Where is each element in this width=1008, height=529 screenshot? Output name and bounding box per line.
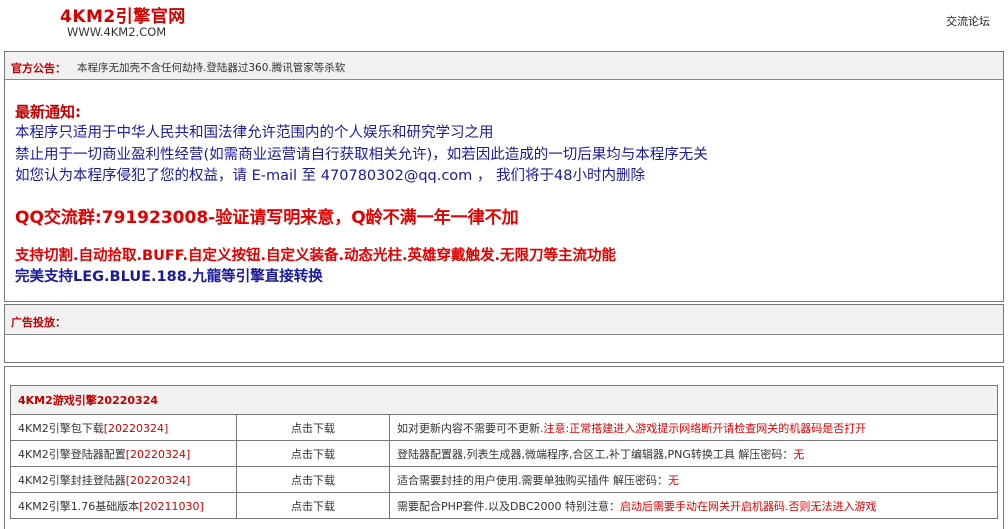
- download-date: [20220324]: [125, 473, 191, 487]
- download-desc: 登陆器配置器,列表生成器,微端程序,合区工,补丁编辑器,PNG转换工具 解压密码…: [397, 447, 794, 461]
- announcement-text: 本程序无加壳不含任何劫持.登陆器过360.腾讯管家等杀软: [77, 62, 346, 74]
- announcement-bar: 官方公告： 本程序无加壳不含任何劫持.登陆器过360.腾讯管家等杀软: [5, 52, 1003, 80]
- download-name-cell: 4KM2引擎包下载[20220324]: [10, 414, 237, 441]
- download-name-cell: 4KM2引擎1.76基础版本[20211030]: [10, 492, 237, 519]
- download-name-cell: 4KM2引擎登陆器配置[20220324]: [10, 440, 237, 467]
- download-link-cell: 点击下载: [236, 492, 390, 519]
- downloads-section-title: 4KM2游戏引擎20220324: [10, 385, 998, 415]
- download-desc-cell: 登陆器配置器,列表生成器,微端程序,合区工,补丁编辑器,PNG转换工具 解压密码…: [389, 440, 998, 467]
- table-row: 4KM2引擎包下载[20220324] 点击下载 如对更新内容不需要可不更新.注…: [10, 414, 998, 441]
- download-link[interactable]: 点击下载: [291, 422, 335, 435]
- notice-line-contact: 如您认为本程序侵犯了您的权益，请 E-mail 至 470780302@qq.c…: [15, 168, 645, 184]
- download-link[interactable]: 点击下载: [291, 448, 335, 461]
- download-desc-cell: 适合需要封挂的用户使用.需要单独购买插件 解压密码：无: [389, 466, 998, 493]
- download-desc: 需要配合PHP套件.以及DBC2000 特别注意：: [397, 499, 621, 513]
- download-name: 4KM2引擎登陆器配置: [18, 447, 126, 461]
- site-title[interactable]: 4KM2引擎官网: [60, 2, 186, 27]
- download-note: 注意:正常搭建进入游戏提示网络断开请检查网关的机器码是否打开: [543, 421, 867, 435]
- download-desc: 适合需要封挂的用户使用.需要单独购买插件 解压密码：: [397, 473, 668, 487]
- announcement-label: 官方公告：: [11, 62, 66, 75]
- download-name: 4KM2引擎封挂登陆器: [18, 473, 126, 487]
- download-desc: 如对更新内容不需要可不更新.: [397, 421, 544, 435]
- download-note: 启动后需要手动在网关开启机器码.否则无法进入游戏: [620, 499, 877, 513]
- download-link-cell: 点击下载: [236, 466, 390, 493]
- notice-line-usage: 本程序只适用于中华人民共和国法律允许范围内的个人娱乐和研究学习之用: [15, 125, 494, 141]
- download-link[interactable]: 点击下载: [291, 500, 335, 513]
- compat-line: 完美支持LEG.BLUE.188.九龍等引擎直接转换: [15, 269, 323, 285]
- notice-line-commercial: 禁止用于一切商业盈利性经营(如需商业运营请自行获取相关允许)，如若因此造成的一切…: [15, 147, 708, 163]
- site-url: WWW.4KM2.COM: [67, 25, 167, 39]
- download-date: [20220324]: [103, 421, 169, 435]
- download-name-cell: 4KM2引擎封挂登陆器[20220324]: [10, 466, 237, 493]
- notice-panel: 官方公告： 本程序无加壳不含任何劫持.登陆器过360.腾讯管家等杀软 最新通知:…: [4, 51, 1004, 302]
- qq-group-notice: QQ交流群:791923008-验证请写明来意，Q龄不满一年一律不加: [15, 208, 519, 228]
- ad-label: 广告投放：: [11, 316, 66, 329]
- download-desc-cell: 如对更新内容不需要可不更新.注意:正常搭建进入游戏提示网络断开请检查网关的机器码…: [389, 414, 998, 441]
- downloads-header-row: 4KM2游戏引擎20220324: [10, 385, 998, 415]
- download-desc-cell: 需要配合PHP套件.以及DBC2000 特别注意：启动后需要手动在网关开启机器码…: [389, 492, 998, 519]
- notice-heading: 最新通知:: [15, 103, 81, 121]
- download-link-cell: 点击下载: [236, 440, 390, 467]
- table-row: 4KM2引擎1.76基础版本[20211030] 点击下载 需要配合PHP套件.…: [10, 492, 998, 519]
- features-line: 支持切割.自动拾取.BUFF.自定义按钮.自定义装备.动态光柱.英雄穿戴触发.无…: [15, 248, 617, 264]
- download-date: [20211030]: [139, 499, 204, 513]
- download-date: [20220324]: [125, 447, 191, 461]
- ad-bar: 广告投放：: [5, 305, 1003, 335]
- download-link-cell: 点击下载: [236, 414, 390, 441]
- forum-link[interactable]: 交流论坛: [946, 13, 990, 29]
- download-link[interactable]: 点击下载: [291, 474, 335, 487]
- downloads-table: 4KM2游戏引擎20220324 4KM2引擎包下载[20220324] 点击下…: [10, 385, 998, 519]
- download-name: 4KM2引擎包下载: [18, 421, 104, 435]
- downloads-panel: 4KM2游戏引擎20220324 4KM2引擎包下载[20220324] 点击下…: [4, 366, 1004, 529]
- table-row: 4KM2引擎登陆器配置[20220324] 点击下载 登陆器配置器,列表生成器,…: [10, 440, 998, 467]
- download-note: 无: [668, 473, 679, 487]
- download-name: 4KM2引擎1.76基础版本: [18, 499, 140, 513]
- ad-panel: 广告投放：: [4, 304, 1004, 363]
- table-row: 4KM2引擎封挂登陆器[20220324] 点击下载 适合需要封挂的用户使用.需…: [10, 466, 998, 493]
- download-note: 无: [793, 447, 805, 461]
